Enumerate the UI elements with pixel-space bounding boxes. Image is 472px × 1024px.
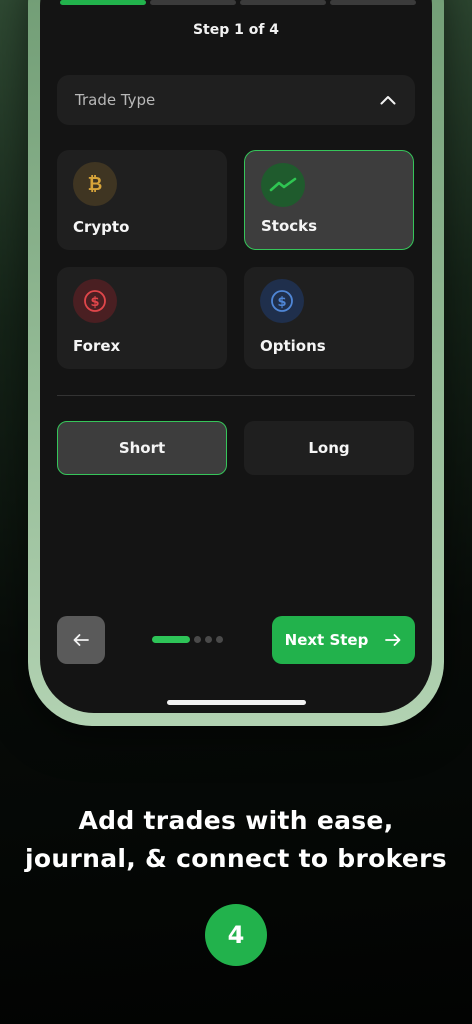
svg-text:$: $ [90, 295, 99, 310]
progress-segment-3 [240, 0, 326, 5]
chevron-up-icon[interactable] [379, 91, 397, 109]
marketing-caption: Add trades with ease, journal, & connect… [0, 802, 472, 878]
page-dots [152, 636, 223, 643]
caption-line-2: journal, & connect to brokers [25, 844, 447, 873]
dollar-icon: $ [260, 279, 304, 323]
trend-up-icon [261, 163, 305, 207]
home-indicator [167, 700, 306, 705]
divider [57, 395, 415, 396]
dollar-icon: $ [73, 279, 117, 323]
trade-type-label: Trade Type [75, 91, 156, 109]
step-progress-bar [60, 0, 416, 5]
svg-text:₿: ₿ [88, 174, 103, 195]
trade-option-crypto[interactable]: ₿ Crypto [57, 150, 227, 250]
step-number-badge: 4 [205, 904, 267, 966]
trade-option-label: Options [260, 337, 326, 355]
trade-option-options[interactable]: $ Options [244, 267, 414, 369]
trade-option-stocks[interactable]: Stocks [244, 150, 414, 250]
phone-screen: Step 1 of 4 Trade Type ₿ Crypto Stocks $… [40, 0, 432, 713]
trade-option-forex[interactable]: $ Forex [57, 267, 227, 369]
progress-segment-4 [330, 0, 416, 5]
next-step-button[interactable]: Next Step [272, 616, 415, 664]
back-button[interactable] [57, 616, 105, 664]
bitcoin-icon: ₿ [73, 162, 117, 206]
trade-option-label: Crypto [73, 218, 130, 236]
step-label: Step 1 of 4 [192, 22, 280, 38]
arrow-left-icon [73, 634, 89, 646]
page-dot [194, 636, 201, 643]
next-step-label: Next Step [284, 631, 369, 649]
page-dot-active [152, 636, 190, 643]
svg-text:$: $ [277, 295, 286, 310]
trade-type-dropdown[interactable]: Trade Type [57, 75, 415, 125]
progress-segment-2 [150, 0, 236, 5]
progress-segment-1 [60, 0, 146, 5]
direction-short-button[interactable]: Short [57, 421, 227, 475]
caption-line-1: Add trades with ease, [78, 806, 394, 835]
arrow-right-icon [385, 634, 401, 646]
page-dot [216, 636, 223, 643]
trade-option-label: Forex [73, 337, 121, 355]
page-dot [205, 636, 212, 643]
direction-long-button[interactable]: Long [244, 421, 414, 475]
trade-option-label: Stocks [261, 217, 318, 235]
